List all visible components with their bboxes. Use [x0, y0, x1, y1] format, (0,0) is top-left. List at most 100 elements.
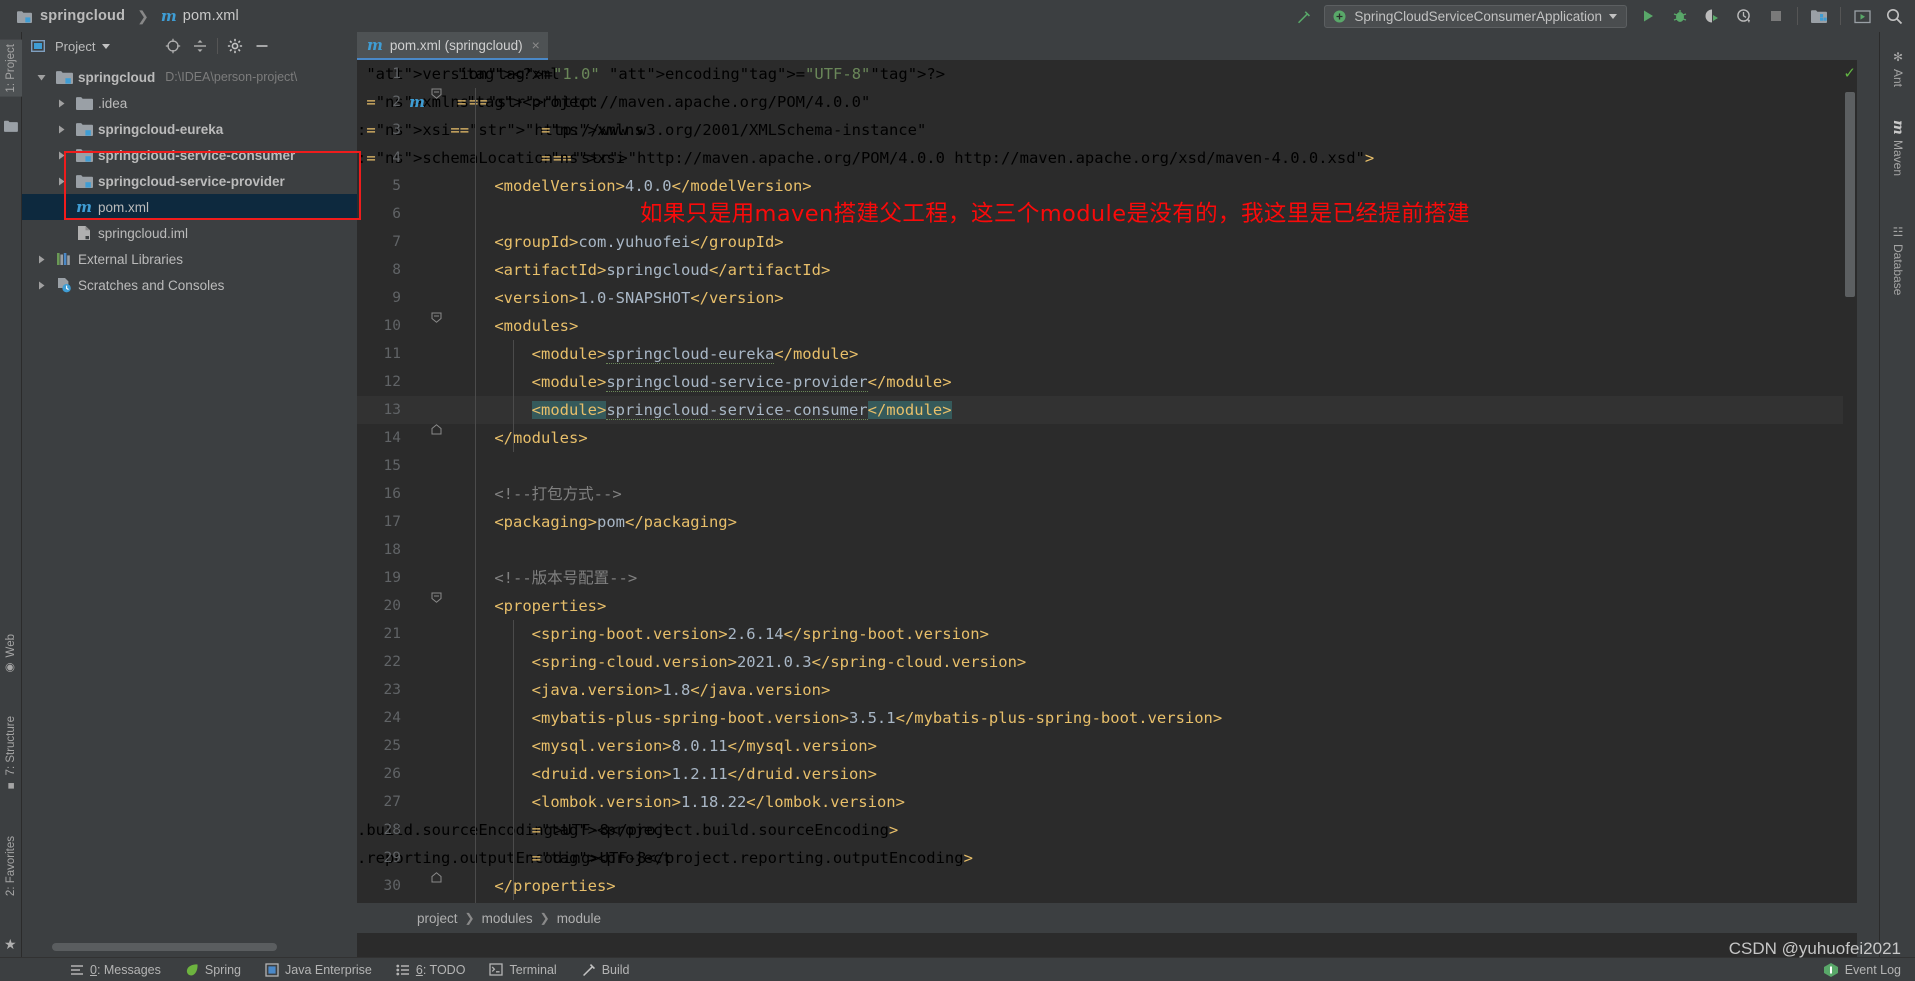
- tree-node-springcloud-service-consumer[interactable]: springcloud-service-consumer: [22, 142, 357, 168]
- code-line[interactable]: 19 <!--版本号配置-->: [357, 564, 1857, 592]
- tree-expand-arrow[interactable]: [52, 125, 70, 134]
- tree-expand-arrow[interactable]: [52, 151, 70, 160]
- tree-expand-arrow[interactable]: [32, 281, 50, 290]
- code-line[interactable]: 16 <!--打包方式-->: [357, 480, 1857, 508]
- code-line[interactable]: 24 <mybatis-plus-spring-boot.version>3.5…: [357, 704, 1857, 732]
- status-bar-0-messages[interactable]: 0: Messages: [58, 958, 173, 981]
- code-line[interactable]: 7 <groupId>com.yuhuofei</groupId>: [357, 228, 1857, 256]
- line-number: 20: [383, 598, 401, 614]
- tree-expand-arrow[interactable]: [32, 255, 50, 264]
- sidebar-item-maven[interactable]: m Maven: [1880, 112, 1915, 176]
- build-hammer-icon[interactable]: [1292, 5, 1314, 27]
- run-configuration-selector[interactable]: SpringCloudServiceConsumerApplication: [1324, 4, 1627, 28]
- code-line[interactable]: 30 </properties>: [357, 872, 1857, 900]
- code-line[interactable]: 9 <version>1.0-SNAPSHOT</version>: [357, 284, 1857, 312]
- project-panel-title[interactable]: Project: [55, 39, 95, 54]
- tree-expand-arrow[interactable]: [32, 73, 50, 82]
- run-icon[interactable]: [1637, 5, 1659, 27]
- code-line[interactable]: 23 <java.version>1.8</java.version>: [357, 676, 1857, 704]
- code-line[interactable]: 13 <module>springcloud-service-consumer<…: [357, 396, 1857, 424]
- code-line[interactable]: 20 <properties>: [357, 592, 1857, 620]
- breadcrumb-project[interactable]: springcloud: [40, 8, 125, 24]
- maven-m-icon[interactable]: m: [407, 88, 427, 116]
- locate-target-icon[interactable]: [163, 36, 183, 56]
- tree-node-springcloud-iml[interactable]: springcloud.iml: [22, 220, 357, 246]
- code-fold-toggle[interactable]: [431, 88, 447, 99]
- profile-icon[interactable]: [1733, 5, 1755, 27]
- breadcrumb-item-project[interactable]: project: [417, 911, 458, 926]
- code-line[interactable]: 10 <modules>: [357, 312, 1857, 340]
- module-folder-icon: [14, 10, 34, 23]
- event-log-label[interactable]: Event Log: [1845, 963, 1901, 977]
- tree-expand-arrow[interactable]: [52, 177, 70, 186]
- tree-node-pom-xml[interactable]: m pom.xml: [22, 194, 357, 220]
- status-bar-spring[interactable]: Spring: [173, 958, 253, 981]
- code-line[interactable]: 26 <druid.version>1.2.11</druid.version>: [357, 760, 1857, 788]
- project-horizontal-scrollbar[interactable]: [52, 943, 277, 951]
- sidebar-item-database[interactable]: ☳ Database: [1880, 217, 1915, 295]
- tree-node-springcloud-service-provider[interactable]: springcloud-service-provider: [22, 168, 357, 194]
- scratches-icon: [54, 277, 74, 293]
- todo-icon: [396, 964, 410, 976]
- tree-expand-arrow[interactable]: [52, 99, 70, 108]
- error-stripe[interactable]: ✓: [1843, 60, 1857, 903]
- code-line[interactable]: 12 <module>springcloud-service-provider<…: [357, 368, 1857, 396]
- breadcrumb-item-module[interactable]: module: [557, 911, 601, 926]
- tab-pom-xml[interactable]: m pom.xml (springcloud) ×: [357, 32, 548, 60]
- code-line[interactable]: 3 ="ns">xmlns:="ns">xsi=="str">"http://w…: [357, 116, 1857, 144]
- code-line[interactable]: 22 <spring-cloud.version>2021.0.3</sprin…: [357, 648, 1857, 676]
- tree-node-idea[interactable]: .idea: [22, 90, 357, 116]
- code-line[interactable]: 15: [357, 452, 1857, 480]
- debug-icon[interactable]: [1669, 5, 1691, 27]
- status-bar-label: Spring: [204, 962, 242, 977]
- tree-node-external-libraries[interactable]: External Libraries: [22, 246, 357, 272]
- code-line[interactable]: 18: [357, 536, 1857, 564]
- code-fold-toggle[interactable]: [431, 312, 447, 323]
- settings-gear-icon[interactable]: [225, 36, 245, 56]
- sidebar-item-structure[interactable]: ■ 7: Structure: [0, 712, 22, 795]
- code-editor[interactable]: 1 "tag"><?xml "att">version"tag">="1.0" "…: [357, 60, 1857, 903]
- tree-node-springcloud[interactable]: springcloud D:\IDEA\person-project\: [22, 64, 357, 90]
- code-line[interactable]: 14 </modules>: [357, 424, 1857, 452]
- sidebar-item-favorites[interactable]: 2: Favorites: [0, 832, 22, 900]
- breadcrumb-file[interactable]: pom.xml: [183, 8, 239, 24]
- code-line[interactable]: 28 ="tag"><project .build.sourceEncoding>…: [357, 816, 1857, 844]
- editor-vertical-scrollbar[interactable]: [1845, 92, 1855, 297]
- collapse-all-icon[interactable]: [190, 36, 210, 56]
- tree-node-scratches-and-consoles[interactable]: Scratches and Consoles: [22, 272, 357, 298]
- code-line[interactable]: 29 ="tag"><project .reporting.outputEncod…: [357, 844, 1857, 872]
- code-line[interactable]: 1 "tag"><?xml "att">version"tag">="1.0" "…: [357, 60, 1857, 88]
- status-bar-6-todo[interactable]: 6: TODO: [384, 958, 478, 981]
- close-icon[interactable]: ×: [532, 37, 540, 53]
- code-line[interactable]: 4 ="ns">xsi:="ns">schemaLocation=="str">…: [357, 144, 1857, 172]
- sidebar-item-project[interactable]: 1: Project: [0, 40, 22, 97]
- tree-node-springcloud-eureka[interactable]: springcloud-eureka: [22, 116, 357, 142]
- stop-icon[interactable]: [1765, 5, 1787, 27]
- line-number: 10: [383, 318, 401, 334]
- hide-minimize-icon[interactable]: [252, 36, 272, 56]
- sidebar-item-ant[interactable]: ✻ Ant: [1880, 42, 1915, 87]
- code-line[interactable]: 8 <artifactId>springcloud</artifactId>: [357, 256, 1857, 284]
- code-line[interactable]: 11 <module>springcloud-eureka</module>: [357, 340, 1857, 368]
- status-bar-build[interactable]: Build: [569, 958, 642, 981]
- run-with-coverage-icon[interactable]: [1701, 5, 1723, 27]
- code-fold-toggle[interactable]: [431, 592, 447, 603]
- chevron-down-icon[interactable]: [102, 43, 111, 49]
- code-text: <groupId>com.yuhuofei</groupId>: [494, 233, 784, 251]
- code-line[interactable]: 17 <packaging>pom</packaging>: [357, 508, 1857, 536]
- code-line[interactable]: 27 <lombok.version>1.18.22</lombok.versi…: [357, 788, 1857, 816]
- code-line[interactable]: 2 m ="tag"><project ="ns">xmlns=="str">"ht…: [357, 88, 1857, 116]
- search-everywhere-icon[interactable]: [1883, 5, 1905, 27]
- breadcrumb-item-modules[interactable]: modules: [482, 911, 533, 926]
- module-folder-icon: [54, 70, 74, 84]
- sidebar-item-web[interactable]: ◉ Web: [0, 630, 22, 679]
- code-text: <!--版本号配置-->: [457, 569, 638, 587]
- status-bar-java-enterprise[interactable]: Java Enterprise: [253, 958, 384, 981]
- code-fold-toggle[interactable]: [431, 872, 447, 883]
- status-bar-terminal[interactable]: Terminal: [477, 958, 568, 981]
- code-fold-toggle[interactable]: [431, 424, 447, 435]
- code-line[interactable]: 21 <spring-boot.version>2.6.14</spring-b…: [357, 620, 1857, 648]
- code-line[interactable]: 25 <mysql.version>8.0.11</mysql.version>: [357, 732, 1857, 760]
- update-project-icon[interactable]: [1851, 5, 1873, 27]
- project-structure-icon[interactable]: [1808, 5, 1830, 27]
